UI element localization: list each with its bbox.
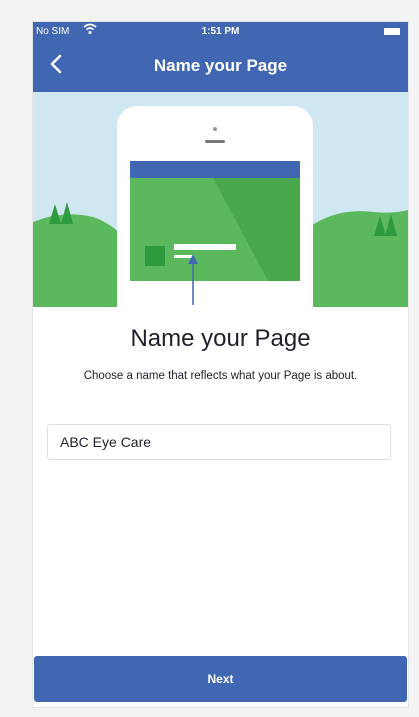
back-button[interactable] <box>41 50 71 82</box>
page-name-input[interactable] <box>47 424 391 460</box>
next-button[interactable]: Next <box>34 656 407 702</box>
content-heading: Name your Page <box>130 325 311 352</box>
illustration <box>33 92 408 336</box>
content-description: Choose a name that reflects what your Pa… <box>83 370 358 382</box>
navigation-bar: Name your Page <box>33 44 408 88</box>
header: No SIM 1:51 PM Name your Page <box>33 22 408 92</box>
status-time: 1:51 PM <box>201 26 240 37</box>
page-title: Name your Page <box>153 56 288 75</box>
battery-icon <box>384 28 400 35</box>
status-bar: No SIM 1:51 PM <box>33 22 408 42</box>
chevron-left-icon <box>50 54 62 79</box>
app-screen: No SIM 1:51 PM Name your Page Name your … <box>33 22 408 707</box>
phone-icon <box>117 106 313 336</box>
